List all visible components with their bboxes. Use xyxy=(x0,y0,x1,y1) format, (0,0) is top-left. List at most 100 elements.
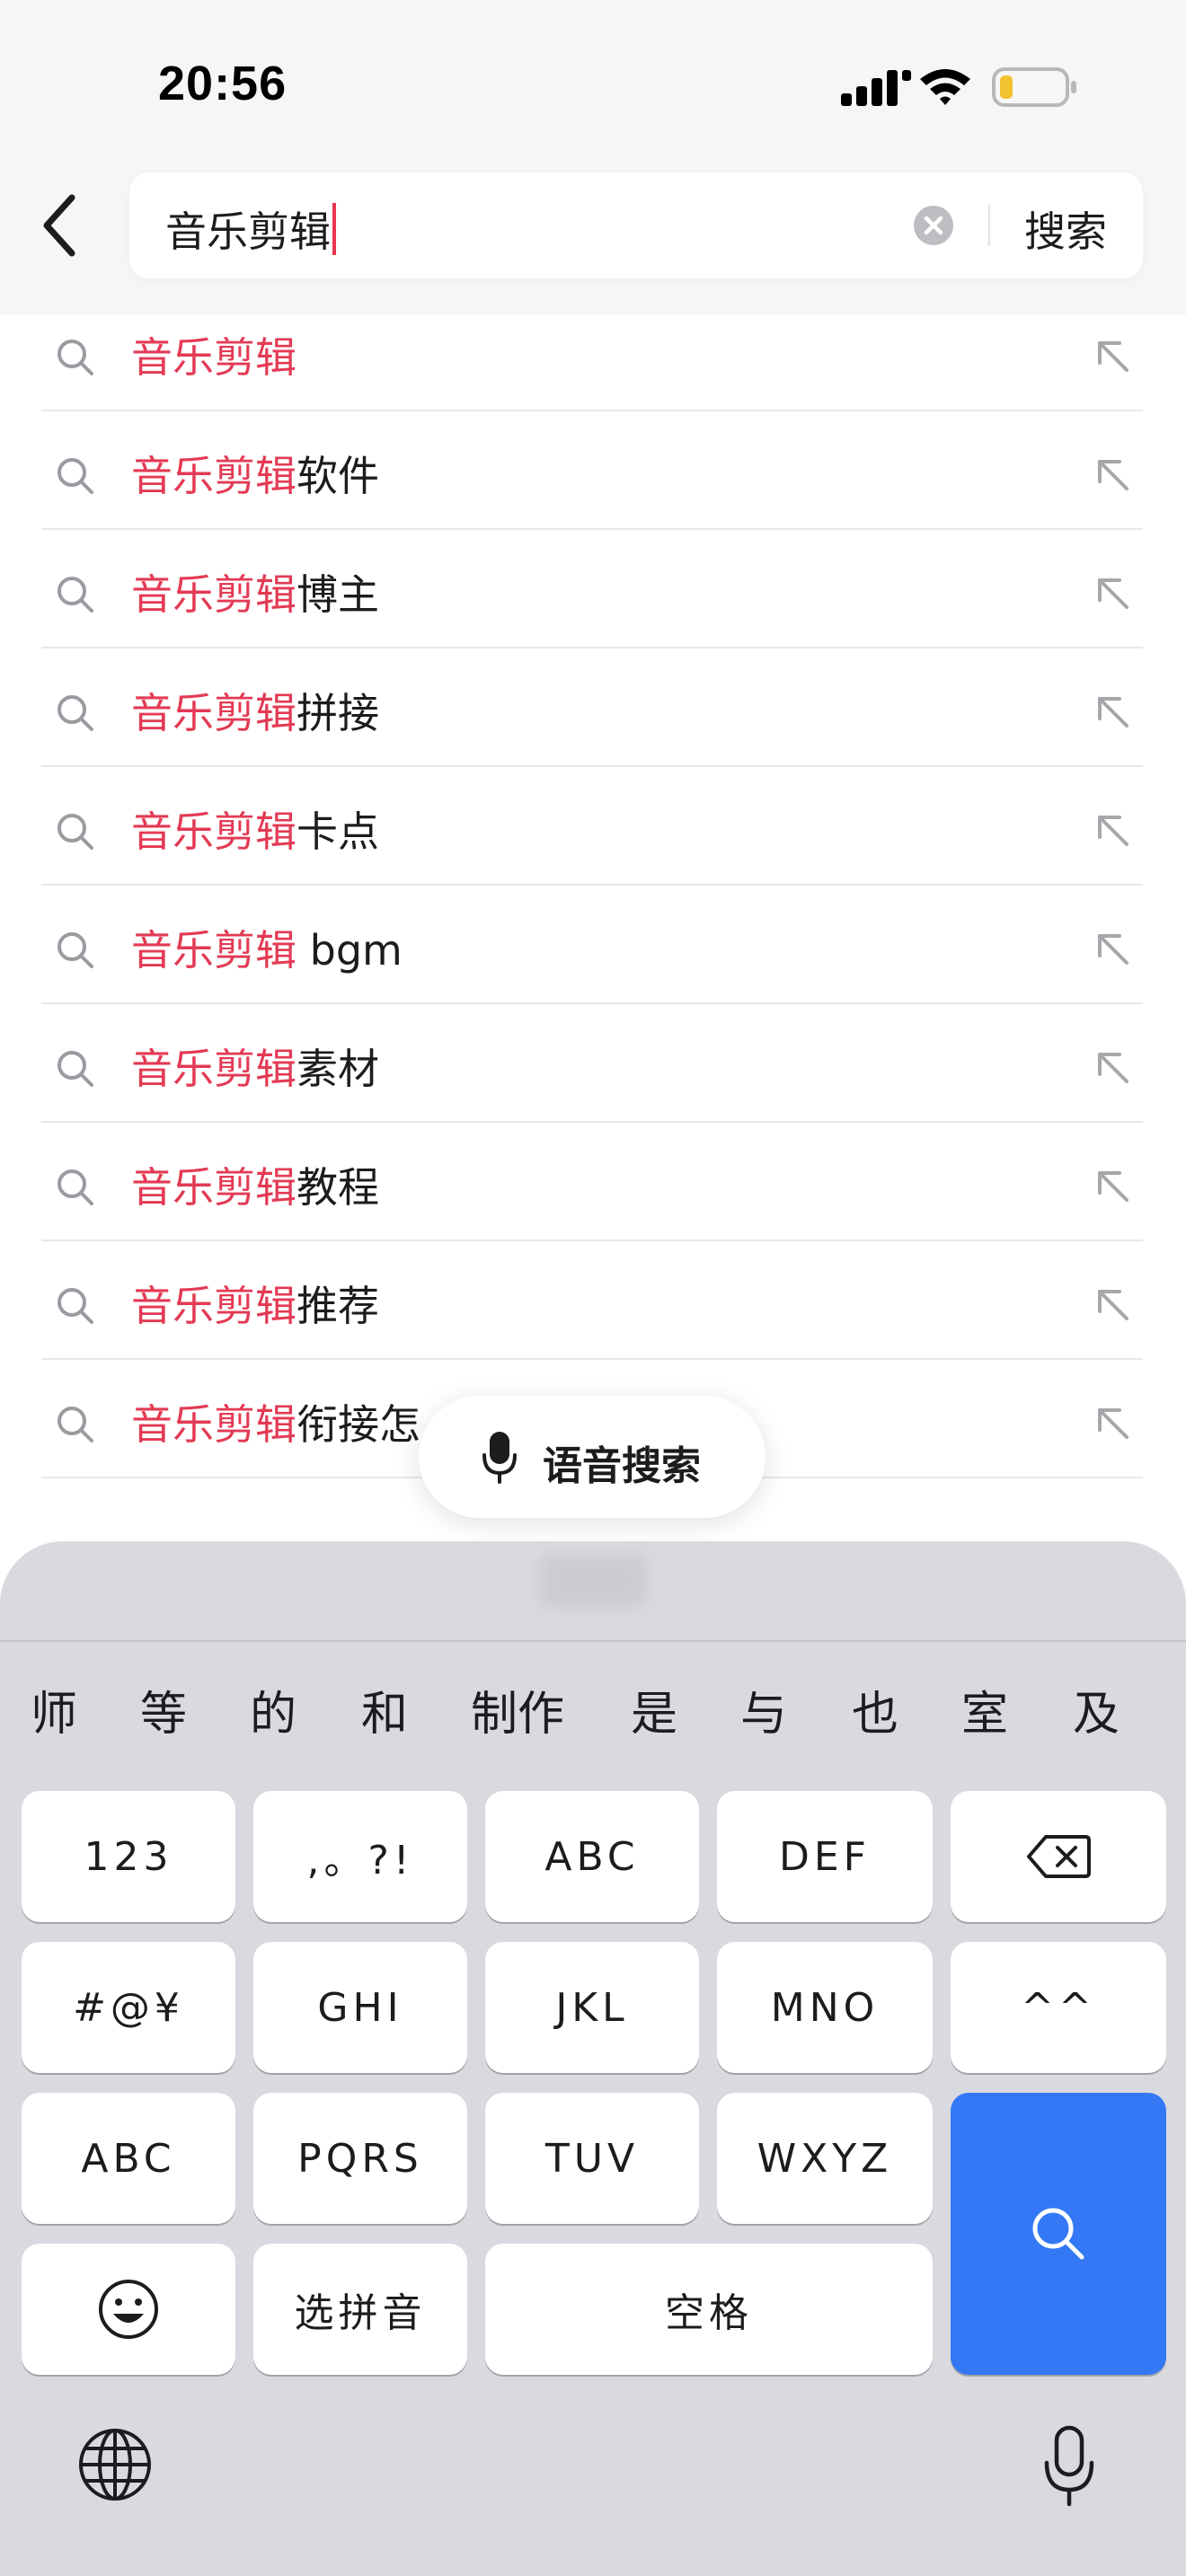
search-button[interactable]: 搜索 xyxy=(1024,199,1107,259)
search-icon xyxy=(58,1051,93,1087)
search-icon xyxy=(58,577,93,613)
row-divider xyxy=(41,1121,1143,1123)
suggestion-rest: 博主 xyxy=(296,570,379,619)
candidate-word[interactable]: 的 xyxy=(250,1676,296,1743)
row-divider xyxy=(41,765,1143,767)
delete-icon xyxy=(1027,1835,1091,1878)
candidate-word[interactable]: 是 xyxy=(631,1676,677,1743)
key-abc[interactable]: ABC xyxy=(485,1791,699,1922)
suggestion-highlight: 音乐剪辑 xyxy=(131,333,296,382)
suggestion-row[interactable]: 音乐剪辑素材 xyxy=(0,1026,1186,1144)
suggestion-row[interactable]: 音乐剪辑 xyxy=(0,314,1186,433)
clear-icon[interactable] xyxy=(913,205,954,246)
keyboard-grip xyxy=(539,1554,647,1608)
suggestion-row[interactable]: 音乐剪辑软件 xyxy=(0,433,1186,551)
suggestion-highlight: 音乐剪辑 xyxy=(131,1045,296,1093)
globe-icon[interactable] xyxy=(77,2427,153,2502)
key-123[interactable]: 123 xyxy=(22,1791,235,1922)
candidate-word[interactable]: 室 xyxy=(961,1676,1008,1743)
delete-key[interactable] xyxy=(951,1791,1166,1922)
fill-arrow-icon[interactable] xyxy=(1093,454,1132,494)
fill-arrow-icon[interactable] xyxy=(1093,810,1132,850)
suggestion-rest: 软件 xyxy=(296,452,379,500)
suggestion-row[interactable]: 音乐剪辑拼接 xyxy=(0,670,1186,789)
cellular-signal-icon xyxy=(841,70,911,106)
fill-arrow-icon[interactable] xyxy=(1093,1403,1132,1442)
suggestion-rest: 教程 xyxy=(296,1163,379,1212)
fill-arrow-icon[interactable] xyxy=(1093,1166,1132,1205)
text-caret xyxy=(332,203,336,255)
row-divider xyxy=(41,1358,1143,1360)
key-tuv[interactable]: TUV xyxy=(485,2093,699,2224)
search-icon xyxy=(58,695,93,731)
candidate-word[interactable]: 制作 xyxy=(471,1676,564,1743)
suggestion-highlight: 音乐剪辑 xyxy=(131,1400,296,1449)
key-select-pinyin[interactable]: 选拼音 xyxy=(253,2244,467,2375)
voice-search-label: 语音搜索 xyxy=(543,1443,701,1489)
search-key[interactable] xyxy=(951,2093,1166,2375)
search-input-value: 音乐剪辑 xyxy=(165,207,331,256)
keyboard-divider xyxy=(0,1640,1186,1642)
row-divider xyxy=(41,410,1143,411)
candidate-word[interactable]: 与 xyxy=(740,1676,787,1743)
suggestion-row[interactable]: 音乐剪辑教程 xyxy=(0,1144,1186,1263)
search-icon xyxy=(58,458,93,494)
suggestion-highlight: 音乐剪辑 xyxy=(131,926,296,975)
fill-arrow-icon[interactable] xyxy=(1093,1047,1132,1087)
suggestion-row[interactable]: 音乐剪辑卡点 xyxy=(0,789,1186,907)
fill-arrow-icon[interactable] xyxy=(1093,929,1132,968)
fill-arrow-icon[interactable] xyxy=(1093,1284,1132,1324)
suggestion-row[interactable]: 音乐剪辑博主 xyxy=(0,551,1186,670)
status-bar: 20:56 xyxy=(0,0,1186,162)
suggestion-rest: 拼接 xyxy=(296,689,379,737)
search-icon xyxy=(58,932,93,968)
key-punctuation[interactable]: ,。?! xyxy=(253,1791,467,1922)
row-divider xyxy=(41,528,1143,530)
fill-arrow-icon[interactable] xyxy=(1093,573,1132,613)
key-symbols[interactable]: #@¥ xyxy=(22,1942,235,2073)
candidate-word[interactable]: 和 xyxy=(361,1676,408,1743)
search-icon xyxy=(58,340,93,375)
key-wxyz[interactable]: WXYZ xyxy=(717,2093,933,2224)
key-jkl[interactable]: JKL xyxy=(485,1942,699,2073)
key-pqrs[interactable]: PQRS xyxy=(253,2093,467,2224)
candidate-word[interactable]: 及 xyxy=(1073,1676,1120,1743)
wifi-icon xyxy=(920,69,970,105)
key-mno[interactable]: MNO xyxy=(717,1942,933,2073)
emoji-key[interactable] xyxy=(22,2244,235,2375)
key-emoticon[interactable]: ^^ xyxy=(951,1942,1166,2073)
search-icon xyxy=(58,1169,93,1205)
suggestion-highlight: 音乐剪辑 xyxy=(131,452,296,500)
suggestion-rest: 素材 xyxy=(296,1045,379,1093)
suggestion-highlight: 音乐剪辑 xyxy=(131,807,296,856)
suggestion-rest: 衔接怎 xyxy=(296,1400,420,1449)
microphone-icon xyxy=(482,1432,517,1484)
suggestion-rest: bgm xyxy=(296,926,403,975)
search-icon xyxy=(58,1407,93,1442)
microphone-icon[interactable] xyxy=(1042,2425,1096,2508)
search-input[interactable]: 音乐剪辑 搜索 xyxy=(129,172,1143,278)
emoji-icon xyxy=(99,2280,158,2339)
search-icon xyxy=(58,1288,93,1324)
fill-arrow-icon[interactable] xyxy=(1093,692,1132,731)
search-icon xyxy=(1032,2208,1084,2260)
status-time: 20:56 xyxy=(158,57,288,110)
row-divider xyxy=(41,1239,1143,1241)
row-divider xyxy=(41,1002,1143,1004)
voice-search-button[interactable]: 语音搜索 xyxy=(419,1396,766,1518)
key-def[interactable]: DEF xyxy=(717,1791,933,1922)
space-key[interactable]: 空格 xyxy=(485,2244,933,2375)
suggestion-highlight: 音乐剪辑 xyxy=(131,1163,296,1212)
suggestion-rest: 卡点 xyxy=(296,807,379,856)
back-icon[interactable] xyxy=(32,190,90,260)
key-abc-switch[interactable]: ABC xyxy=(22,2093,235,2224)
candidate-word[interactable]: 也 xyxy=(852,1676,898,1743)
suggestion-highlight: 音乐剪辑 xyxy=(131,1282,296,1330)
fill-arrow-icon[interactable] xyxy=(1093,336,1132,375)
candidate-word[interactable]: 师 xyxy=(31,1676,77,1743)
key-ghi[interactable]: GHI xyxy=(253,1942,467,2073)
candidate-word[interactable]: 等 xyxy=(140,1676,187,1743)
suggestion-row[interactable]: 音乐剪辑推荐 xyxy=(0,1263,1186,1381)
suggestion-row[interactable]: 音乐剪辑 bgm xyxy=(0,907,1186,1026)
row-divider xyxy=(41,884,1143,886)
